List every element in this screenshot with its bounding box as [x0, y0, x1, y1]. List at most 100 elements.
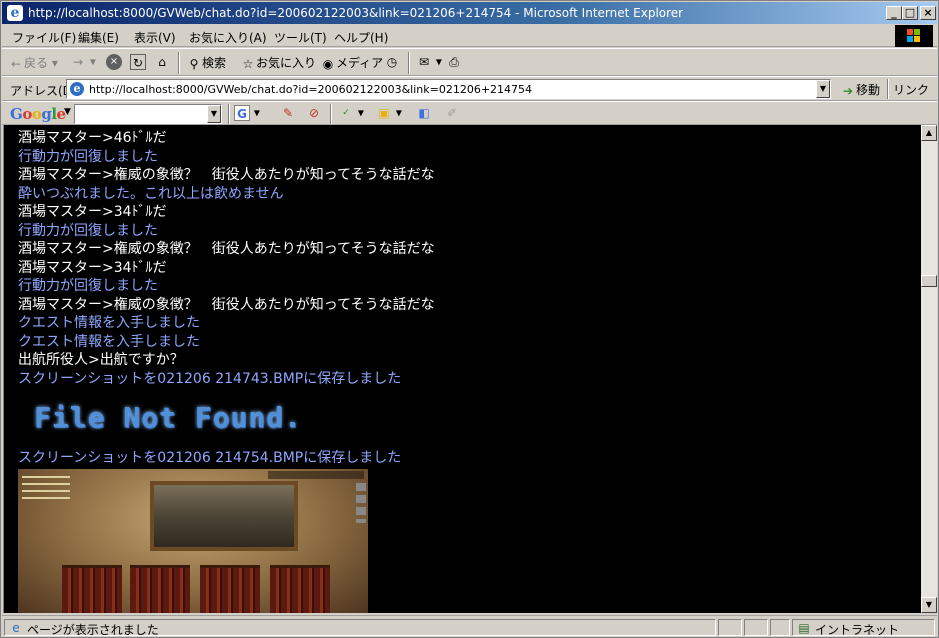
- home-icon: ⌂: [158, 55, 166, 69]
- chat-line: 行動力が回復しました: [18, 278, 158, 294]
- scroll-up-button[interactable]: ▲: [921, 125, 937, 141]
- favorites-button[interactable]: ☆ お気に入り: [240, 54, 316, 72]
- google-toolbar: Google ▼ ▼ G ▾ ✎ ⊘ ✓ ▾ ▣ ▾ ◧ ✐: [2, 101, 937, 125]
- history-icon: ◷: [386, 55, 398, 69]
- file-not-found-image: File Not Found.: [34, 401, 302, 434]
- browser-window: e http://localhost:8000/GVWeb/chat.do?id…: [0, 0, 939, 638]
- page-done-icon: e: [12, 621, 20, 635]
- window-title: http://localhost:8000/GVWeb/chat.do?id=2…: [28, 6, 684, 20]
- status-text: ページが表示されました: [27, 623, 159, 637]
- vertical-scrollbar[interactable]: ▲ ▼: [921, 125, 937, 613]
- google-search-input[interactable]: ▼: [74, 104, 222, 124]
- page-content: 酒場マスター>46ﾄﾞﾙだ 行動力が回復しました酒場マスター>権威の象徴？ 街役人…: [3, 125, 921, 613]
- spellcheck-button[interactable]: ✓ ▾: [338, 105, 364, 121]
- painting-in-screenshot: [150, 481, 298, 551]
- popup-blocker-button[interactable]: ⊘: [306, 105, 322, 121]
- minimize-button[interactable]: _: [886, 6, 902, 20]
- chat-line: スクリーンショットを021206 214743.BMPに保存しました: [18, 370, 402, 387]
- popup-blocker-icon: ⊘: [308, 106, 320, 120]
- address-dropdown-button[interactable]: ▼: [816, 80, 830, 98]
- autofill-button[interactable]: ▣ ▾: [376, 105, 402, 121]
- game-hud: [22, 471, 70, 509]
- stop-icon: ×: [106, 54, 122, 70]
- zone-text: イントラネット: [815, 623, 900, 637]
- chat-line: 酒場マスター>34ﾄﾞﾙだ: [18, 204, 167, 220]
- refresh-button[interactable]: ↻: [130, 54, 146, 70]
- google-news-button[interactable]: ✎: [280, 105, 296, 121]
- spellcheck-icon: ✓: [342, 108, 350, 118]
- chat-line: 酔いつぶれました。これ以上は飲めません: [18, 185, 284, 202]
- favorites-icon: ☆: [242, 56, 254, 71]
- standard-toolbar: ← 戻る ▾ → ▾ × ↻ ⌂ ⚲ 検索 ☆ お気に入り ◉ メディア ◷ ✉ ▾: [2, 48, 937, 76]
- forward-arrow-icon: →: [72, 55, 84, 69]
- blogthis-button[interactable]: ◧: [416, 105, 432, 121]
- menu-view[interactable]: 表示(V): [134, 29, 176, 46]
- chat-line: 酒場マスター>権威の象徴？ 街役人あたりが知ってそうな話だな: [18, 167, 435, 183]
- google-g-icon: G: [234, 105, 250, 121]
- toolbar-separator: [228, 104, 230, 124]
- menu-edit[interactable]: 編集(E): [78, 29, 119, 46]
- blog-icon: ◧: [418, 106, 430, 120]
- scroll-down-button[interactable]: ▼: [921, 597, 937, 613]
- search-button[interactable]: ⚲ 検索: [186, 54, 226, 72]
- autofill-icon: ▣: [378, 106, 390, 120]
- google-search-button[interactable]: G ▾: [234, 105, 260, 121]
- google-logo[interactable]: Google: [10, 105, 66, 123]
- go-button[interactable]: ➔ 移動: [840, 81, 880, 99]
- title-bar[interactable]: e http://localhost:8000/GVWeb/chat.do?id…: [2, 2, 937, 24]
- chat-line: 酒場マスター>34ﾄﾞﾙだ: [18, 259, 167, 276]
- toolbar-separator: [887, 79, 889, 99]
- ie-logo-icon: e: [7, 5, 23, 21]
- game-screenshot-image: [18, 469, 368, 613]
- refresh-icon: ↻: [130, 54, 146, 70]
- menu-bar: ファイル(F) 編集(E) 表示(V) お気に入り(A) ツール(T) ヘルプ(…: [2, 25, 937, 47]
- address-bar: アドレス(D) e http://localhost:8000/GVWeb/ch…: [2, 76, 937, 101]
- chat-line: 酒場マスター>権威の象徴？ 街役人あたりが知ってそうな話だな: [18, 296, 435, 313]
- go-arrow-icon: ➔: [842, 83, 854, 98]
- back-arrow-icon: ←: [10, 56, 22, 71]
- search-icon: ⚲: [189, 56, 199, 71]
- close-button[interactable]: ×: [920, 6, 936, 20]
- news-icon: ✎: [282, 106, 294, 120]
- chat-line: クエスト情報を入手しました: [18, 333, 200, 350]
- menu-help[interactable]: ヘルプ(H): [334, 29, 388, 46]
- toolbar-separator: [330, 104, 332, 124]
- address-input[interactable]: e http://localhost:8000/GVWeb/chat.do?id…: [66, 79, 831, 99]
- menu-file[interactable]: ファイル(F): [12, 29, 76, 46]
- toolbar-separator: [178, 52, 180, 74]
- media-button[interactable]: ◉ メディア: [320, 54, 383, 72]
- media-icon: ◉: [322, 56, 334, 71]
- menu-tools[interactable]: ツール(T): [274, 29, 327, 46]
- status-pane-main: e ページが表示されました: [4, 619, 716, 637]
- highlight-button[interactable]: ✐: [444, 105, 460, 121]
- chat-line: 酒場マスター>権威の象徴？ 街役人あたりが知ってそうな話だな: [18, 241, 435, 257]
- mail-button[interactable]: ✉ ▾: [416, 54, 442, 70]
- scroll-thumb[interactable]: [921, 275, 937, 287]
- history-button[interactable]: ◷: [384, 54, 400, 70]
- chat-line: 酒場マスター>46ﾄﾞﾙだ: [18, 130, 167, 146]
- address-url: http://localhost:8000/GVWeb/chat.do?id=2…: [89, 83, 533, 96]
- chat-line: クエスト情報を入手しました: [18, 315, 200, 331]
- menu-favorites[interactable]: お気に入り(A): [189, 29, 267, 46]
- security-zone-pane: ▤ イントラネット: [792, 619, 935, 637]
- google-menu-dropdown[interactable]: ▼: [64, 107, 71, 117]
- intranet-icon: ▤: [798, 621, 810, 635]
- google-search-dropdown[interactable]: ▼: [207, 105, 221, 123]
- forward-button[interactable]: → ▾: [70, 54, 96, 70]
- print-button[interactable]: ⎙: [446, 54, 462, 70]
- chat-line: 行動力が回復しました: [18, 222, 158, 239]
- status-bar: e ページが表示されました ▤ イントラネット: [2, 615, 937, 637]
- chat-line: 出航所役人>出航ですか？: [18, 352, 184, 368]
- maximize-button[interactable]: □: [902, 6, 918, 20]
- back-button[interactable]: ← 戻る ▾: [8, 54, 58, 72]
- chat-line: スクリーンショットを021206 214754.BMPに保存しました: [18, 450, 402, 466]
- stop-button[interactable]: ×: [106, 54, 122, 70]
- chat-line: 行動力が回復しました: [18, 148, 158, 165]
- links-button[interactable]: リンク: [893, 81, 929, 98]
- page-icon: e: [70, 82, 84, 96]
- windows-logo-icon: [895, 25, 933, 47]
- home-button[interactable]: ⌂: [154, 54, 170, 70]
- print-icon: ⎙: [449, 55, 459, 69]
- mail-icon: ✉: [418, 55, 430, 69]
- highlight-pen-icon: ✐: [446, 106, 458, 120]
